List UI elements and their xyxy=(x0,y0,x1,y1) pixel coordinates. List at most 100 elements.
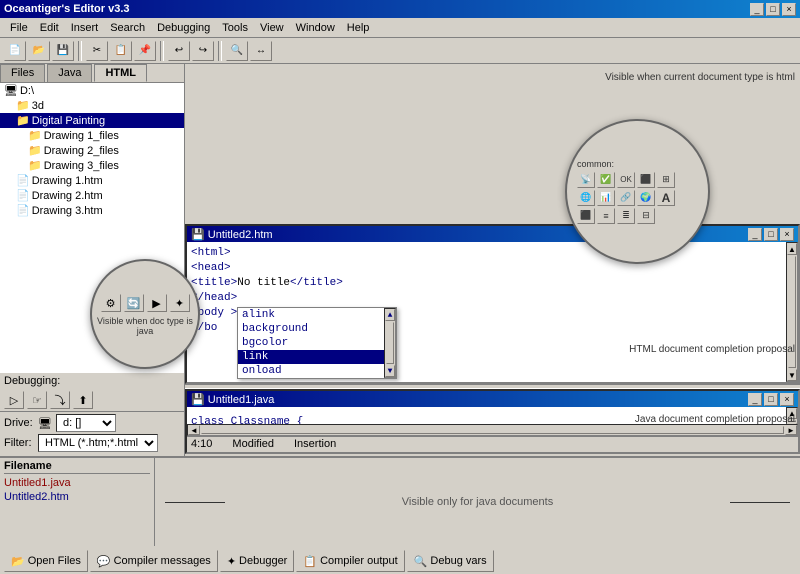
java-tool-2[interactable]: 🔄 xyxy=(124,294,144,312)
menu-file[interactable]: File xyxy=(4,20,34,36)
html-toolbar-row-1: 📡 ✅ OK ⬛ ⊞ xyxy=(577,171,698,189)
html-tool-5[interactable]: 🌐 xyxy=(577,190,595,206)
java-maximize-button[interactable]: □ xyxy=(764,393,778,406)
html-tool-7[interactable]: 🔗 xyxy=(617,190,635,206)
paste-button[interactable]: 📌 xyxy=(134,41,156,61)
tree-item-3d[interactable]: 📁 3d xyxy=(0,98,184,113)
filter-select[interactable]: HTML (*.htm;*.html xyxy=(38,434,158,452)
scroll-thumb[interactable] xyxy=(386,322,394,364)
new-button[interactable]: 📄 xyxy=(4,41,26,61)
html-tool-ok[interactable]: OK xyxy=(617,172,635,188)
debug-tool-4[interactable]: ⬆ xyxy=(73,391,93,409)
tab-java[interactable]: Java xyxy=(47,64,92,82)
html-close-button[interactable]: × xyxy=(780,228,794,241)
html-tool-A[interactable]: A xyxy=(657,190,675,206)
tree-item-digital-painting[interactable]: 📁 Digital Painting xyxy=(0,113,184,128)
tree-item-d[interactable]: 🖥 D:\ xyxy=(0,83,184,98)
html-completion-item[interactable]: onload xyxy=(238,364,384,378)
html-tool-6[interactable]: 📊 xyxy=(597,190,615,206)
compiler-messages-label: Compiler messages xyxy=(114,555,211,567)
compiler-messages-button[interactable]: 💬 Compiler messages xyxy=(90,550,218,572)
tree-item-drawing3-files[interactable]: 📁 Drawing 3_files xyxy=(0,158,184,173)
java-minimize-button[interactable]: _ xyxy=(748,393,762,406)
redo-button[interactable]: ↪ xyxy=(192,41,214,61)
tree-item-drawing2-htm[interactable]: 📄 Drawing 2.htm xyxy=(0,188,184,203)
minimize-button[interactable]: _ xyxy=(750,3,764,16)
tab-files[interactable]: Files xyxy=(0,64,45,82)
undo-button[interactable]: ↩ xyxy=(168,41,190,61)
html-completion-item[interactable]: alink xyxy=(238,308,384,322)
search-button[interactable]: 🔍 xyxy=(226,41,248,61)
html-tool-11[interactable]: ≣ xyxy=(617,208,635,224)
menu-view[interactable]: View xyxy=(254,20,290,36)
html-editor-content[interactable]: <html> <head> <title>No title</title> </… xyxy=(187,242,786,382)
debug-vars-button[interactable]: 🔍 Debug vars xyxy=(407,550,494,572)
java-toolbar-row-1: ⚙ 🔄 ▶ ✦ xyxy=(99,292,192,314)
debugger-button[interactable]: ✦ Debugger xyxy=(220,550,295,572)
java-tool-4[interactable]: ✦ xyxy=(170,294,190,312)
scroll-down[interactable]: ▼ xyxy=(787,369,797,381)
menu-edit[interactable]: Edit xyxy=(34,20,65,36)
menu-help[interactable]: Help xyxy=(341,20,376,36)
menu-window[interactable]: Window xyxy=(290,20,341,36)
left-panel: Files Java HTML 🖥 D:\ 📁 3d 📁 Digital Pai… xyxy=(0,64,185,456)
debug-tool-2[interactable]: ☞ xyxy=(27,391,47,409)
completion-scrollbar[interactable]: ▲ ▼ xyxy=(384,308,396,378)
java-scrollbar-h[interactable]: ◄ ► xyxy=(187,424,798,436)
html-tool-10[interactable]: ≡ xyxy=(597,208,615,224)
arrow-right xyxy=(730,502,790,503)
java-close-button[interactable]: × xyxy=(780,393,794,406)
scroll-left[interactable]: ◄ xyxy=(188,425,200,435)
compiler-output-label: Compiler output xyxy=(320,555,398,567)
java-tool-1[interactable]: ⚙ xyxy=(101,294,121,312)
debug-tool-3[interactable]: ⤵ xyxy=(50,391,70,409)
editor-splitter[interactable] xyxy=(185,384,800,389)
compiler-output-button[interactable]: 📋 Compiler output xyxy=(296,550,404,572)
tree-item-drawing3-htm[interactable]: 📄 Drawing 3.htm xyxy=(0,203,184,218)
drive-select[interactable]: d: [] xyxy=(56,414,116,432)
file-list-item-html[interactable]: Untitled2.htm xyxy=(4,490,150,504)
html-maximize-button[interactable]: □ xyxy=(764,228,778,241)
debug-vars-label: Debug vars xyxy=(430,555,486,567)
tree-item-drawing2-files[interactable]: 📁 Drawing 2_files xyxy=(0,143,184,158)
tree-item-drawing1-htm[interactable]: 📄 Drawing 1.htm xyxy=(0,173,184,188)
menu-search[interactable]: Search xyxy=(104,20,151,36)
tab-html[interactable]: HTML xyxy=(94,64,147,82)
scroll-right[interactable]: ► xyxy=(785,425,797,435)
html-completion-item[interactable]: bgcolor xyxy=(238,336,384,350)
html-tool-4[interactable]: ⊞ xyxy=(657,172,675,188)
html-tool-3[interactable]: ⬛ xyxy=(637,172,655,188)
java-tool-3[interactable]: ▶ xyxy=(147,294,167,312)
html-completion-item[interactable]: background xyxy=(238,322,384,336)
html-completion-item-selected[interactable]: link xyxy=(238,350,384,364)
open-button[interactable]: 📂 xyxy=(28,41,50,61)
menu-insert[interactable]: Insert xyxy=(65,20,105,36)
html-tool-8[interactable]: 🌍 xyxy=(637,190,655,206)
menu-tools[interactable]: Tools xyxy=(216,20,254,36)
file-list-item-java[interactable]: Untitled1.java xyxy=(4,476,150,490)
copy-button[interactable]: 📋 xyxy=(110,41,132,61)
filter-row: Filter: HTML (*.htm;*.html xyxy=(4,434,180,452)
code-line: <html> xyxy=(191,246,782,261)
close-button[interactable]: × xyxy=(782,3,796,16)
menu-debugging[interactable]: Debugging xyxy=(151,20,216,36)
replace-button[interactable]: ↔ xyxy=(250,41,272,61)
cut-button[interactable]: ✂ xyxy=(86,41,108,61)
tree-item-drawing1-files[interactable]: 📁 Drawing 1_files xyxy=(0,128,184,143)
open-files-button[interactable]: 📂 Open Files xyxy=(4,550,88,572)
html-tool-2[interactable]: ✅ xyxy=(597,172,615,188)
html-completion-dropdown[interactable]: alink background bgcolor link onload ▲ ▼ xyxy=(237,307,397,379)
html-tool-1[interactable]: 📡 xyxy=(577,172,595,188)
scroll-down[interactable]: ▼ xyxy=(385,365,395,377)
save-button[interactable]: 💾 xyxy=(52,41,74,61)
scroll-up[interactable]: ▲ xyxy=(787,243,797,255)
scroll-up[interactable]: ▲ xyxy=(385,309,395,321)
maximize-button[interactable]: □ xyxy=(766,3,780,16)
html-minimize-button[interactable]: _ xyxy=(748,228,762,241)
html-tool-9[interactable]: ⬛ xyxy=(577,208,595,224)
scroll-thumb-h[interactable] xyxy=(201,426,784,434)
html-scrollbar-v[interactable]: ▲ ▼ xyxy=(786,242,798,382)
html-tool-12[interactable]: ⊟ xyxy=(637,208,655,224)
debug-tool-1[interactable]: ▷ xyxy=(4,391,24,409)
title-bar: Oceantiger's Editor v3.3 _ □ × xyxy=(0,0,800,18)
